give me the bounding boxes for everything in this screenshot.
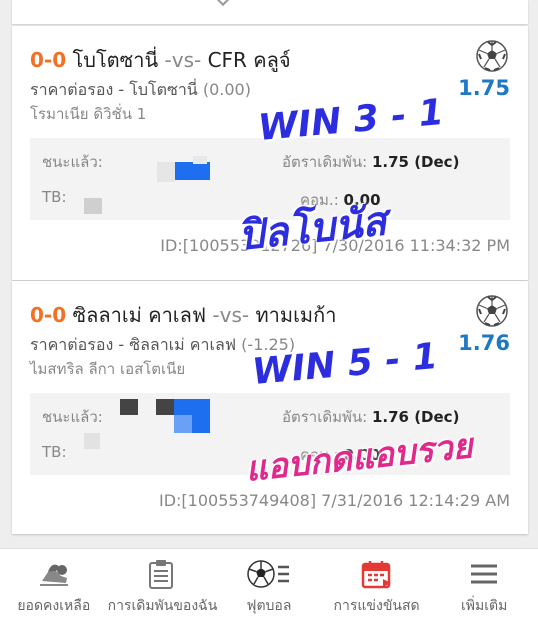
soccer-ball-icon — [476, 295, 508, 327]
nav-balance-label: ยอดคงเหลือ — [17, 598, 91, 614]
censor-block — [174, 415, 192, 433]
nav-more-label: เพิ่มเติม — [460, 598, 508, 614]
censor-block — [84, 198, 102, 214]
censor-block — [156, 399, 174, 415]
nav-my-bets[interactable]: การเดิมพันของฉัน — [107, 549, 218, 620]
soccer-ball-icon — [476, 40, 508, 72]
odds-label: อัตราเดิมพัน: — [282, 153, 368, 171]
menu-icon — [471, 564, 498, 584]
status-label: ชนะแล้ว: — [42, 408, 103, 426]
bet-datetime: 7/31/2016 12:14:29 AM — [321, 491, 510, 510]
league: โรมาเนีย ดิวิชั่น 1 — [30, 105, 147, 123]
handicap: (0.00) — [202, 80, 251, 99]
football-list-icon — [247, 560, 289, 588]
odds: 1.75 — [458, 76, 510, 100]
bet-id: ID:[100553749408] — [159, 491, 317, 510]
nav-balance[interactable]: ยอดคงเหลือ — [0, 549, 108, 620]
censor-block — [157, 162, 175, 182]
censor-block — [193, 156, 207, 164]
censor-block — [120, 399, 138, 415]
balance-icon — [39, 564, 68, 586]
vs-label: -vs- — [164, 48, 202, 72]
calendar-icon — [361, 561, 391, 589]
odds-value: 1.75 (Dec) — [371, 153, 460, 171]
nav-live[interactable]: การแข่งขันสด — [323, 549, 431, 620]
nav-more[interactable]: เพิ่มเติม — [430, 549, 538, 620]
censor-block — [84, 433, 100, 449]
tb-label: TB: — [42, 188, 67, 206]
home-team: โบโตซานี่ — [72, 48, 159, 72]
nav-live-label: การแข่งขันสด — [333, 598, 420, 614]
tb-label: TB: — [42, 443, 67, 461]
previous-bet-card — [12, 0, 528, 24]
bet-card[interactable]: 0-0 ซิลลาเม่ คาเลฟ -vs- ทามเมก้า ราคาต่อ… — [12, 281, 528, 534]
match-line: 0-0 ซิลลาเม่ คาเลฟ -vs- ทามเมก้า — [30, 299, 336, 331]
odds: 1.76 — [458, 331, 510, 355]
market-line: ราคาต่อรอง - โบโตซานี่ (0.00) — [30, 78, 251, 103]
status-label: ชนะแล้ว: — [42, 153, 103, 171]
bet-id-line: ID:[100553749408] 7/31/2016 12:14:29 AM — [159, 491, 510, 510]
clipboard-icon — [149, 560, 174, 589]
league: ไมสทริล ลีกา เอสโตเนีย — [30, 360, 186, 378]
bottom-navigation: ยอดคงเหลือ การเดิมพันของฉัน ฟุตบอล การแข… — [0, 548, 538, 620]
odds-row: อัตราเดิมพัน: 1.75 (Dec) — [282, 150, 459, 174]
nav-football-label: ฟุตบอล — [246, 598, 292, 614]
market: ราคาต่อรอง - ซิลลาเม่ คาเลฟ — [30, 335, 237, 354]
away-team: CFR คลูจ์ — [207, 48, 291, 72]
nav-my-bets-label: การเดิมพันของฉัน — [107, 598, 218, 614]
vs-label: -vs- — [212, 303, 250, 327]
match-line: 0-0 โบโตซานี่ -vs- CFR คลูจ์ — [30, 44, 291, 76]
chevron-down-icon — [215, 0, 231, 7]
home-team: ซิลลาเม่ คาเลฟ — [72, 303, 207, 327]
away-team: ทามเมก้า — [255, 303, 337, 327]
market: ราคาต่อรอง - โบโตซานี่ — [30, 80, 198, 99]
nav-football[interactable]: ฟุตบอล — [215, 549, 323, 620]
censor-block — [175, 162, 210, 180]
score: 0-0 — [30, 48, 67, 72]
score: 0-0 — [30, 303, 67, 327]
odds-label: อัตราเดิมพัน: — [282, 408, 368, 426]
